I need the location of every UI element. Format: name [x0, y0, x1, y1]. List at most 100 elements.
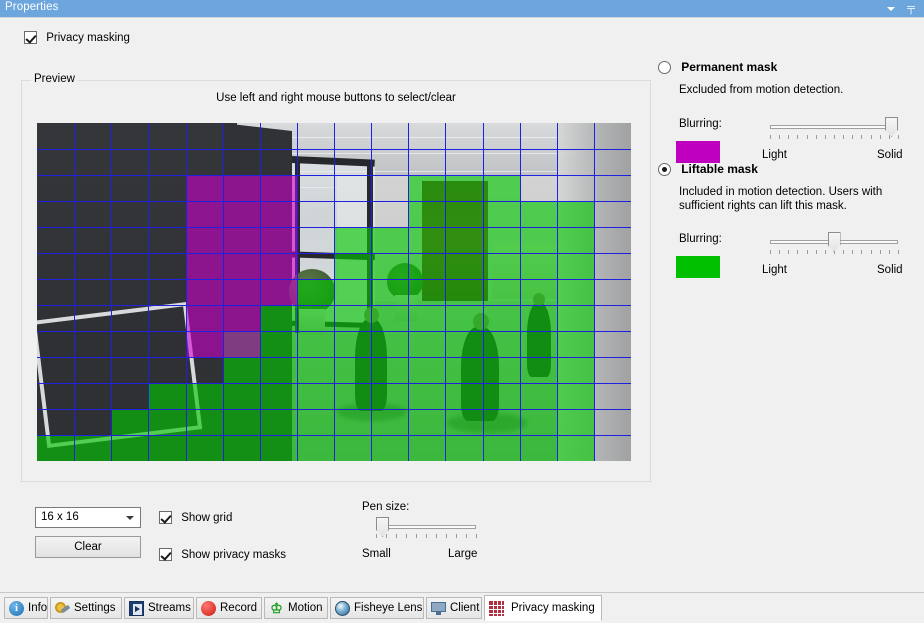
grid-line: [223, 123, 224, 461]
grid-line: [557, 123, 558, 461]
camera-preview[interactable]: [37, 123, 631, 461]
running-person-icon: ♔: [269, 601, 284, 616]
grid-line: [37, 253, 631, 254]
grid-size-value: 16 x 16: [41, 511, 79, 523]
permanent-blurring-ticks: [770, 135, 898, 139]
checkbox-box: [159, 511, 172, 524]
info-icon: i: [9, 601, 24, 616]
grid-line: [334, 123, 335, 461]
clear-button[interactable]: Clear: [35, 536, 141, 558]
pen-size-slider-group: Pen size: Small Large: [362, 501, 492, 561]
grid-overlay: [37, 123, 631, 461]
properties-window: Properties ╤ Privacy masking Preview Use…: [0, 0, 924, 622]
grid-line: [37, 279, 631, 280]
pen-size-max-label: Large: [448, 548, 477, 560]
record-dot-icon: [201, 601, 216, 616]
tab-label: Settings: [74, 598, 116, 618]
window-titlebar: Properties ╤: [0, 0, 924, 17]
grid-line: [37, 227, 631, 228]
privacy-masking-checkbox[interactable]: Privacy masking: [24, 31, 130, 44]
tab-label: Fisheye Lens: [354, 598, 422, 618]
fisheye-sphere-icon: [335, 601, 350, 616]
tab-label: Info: [28, 598, 47, 618]
pen-size-track[interactable]: [376, 525, 476, 529]
grid-line: [408, 123, 409, 461]
tab-settings[interactable]: Settings: [50, 597, 122, 619]
liftable-mask-color-swatch[interactable]: [676, 256, 720, 278]
tab-fisheye-lens[interactable]: Fisheye Lens: [330, 597, 424, 619]
tab-label: Streams: [148, 598, 191, 618]
permanent-mask-radio[interactable]: Permanent mask: [658, 60, 777, 74]
privacy-grid-icon: [489, 601, 504, 616]
liftable-blurring-max-label: Solid: [877, 264, 903, 276]
liftable-mask-description: Included in motion detection. Users with…: [679, 185, 899, 213]
liftable-blurring-min-label: Light: [762, 264, 787, 276]
grid-line: [260, 123, 261, 461]
grid-line: [111, 123, 112, 461]
grid-line: [37, 305, 631, 306]
grid-line: [594, 123, 595, 461]
pin-icon[interactable]: ╤: [902, 0, 920, 17]
settings-gear-icon: [55, 601, 70, 616]
radio-circle: [658, 163, 671, 176]
grid-line: [37, 149, 631, 150]
checkbox-box: [159, 548, 172, 561]
grid-line: [37, 201, 631, 202]
preview-groupbox: Preview Use left and right mouse buttons…: [21, 80, 651, 482]
bottom-tabbar: i Info Settings Streams Record ♔ Motion Fisheye…: [0, 592, 924, 623]
monitor-icon: [431, 601, 446, 616]
tab-privacy-masking[interactable]: Privacy masking: [484, 595, 602, 621]
permanent-mask-color-swatch[interactable]: [676, 141, 720, 163]
film-strip-icon: [129, 601, 144, 616]
permanent-blurring-track[interactable]: [770, 125, 898, 129]
show-privacy-masks-checkbox[interactable]: Show privacy masks: [159, 548, 286, 561]
grid-line: [483, 123, 484, 461]
tab-client[interactable]: Client: [426, 597, 482, 619]
grid-line: [148, 123, 149, 461]
grid-line: [37, 357, 631, 358]
grid-line: [37, 331, 631, 332]
tab-motion[interactable]: ♔ Motion: [264, 597, 328, 619]
grid-line: [37, 435, 631, 436]
tab-label: Motion: [288, 598, 323, 618]
radio-circle: [658, 61, 671, 74]
grid-line: [297, 123, 298, 461]
grid-line: [445, 123, 446, 461]
pen-size-min-label: Small: [362, 548, 391, 560]
grid-line: [74, 123, 75, 461]
tab-label: Record: [220, 598, 257, 618]
grid-line: [37, 175, 631, 176]
tab-streams[interactable]: Streams: [124, 597, 194, 619]
permanent-blurring-thumb[interactable]: [885, 117, 898, 137]
window-title: Properties: [5, 1, 58, 13]
grid-size-select[interactable]: 16 x 16: [35, 507, 141, 528]
liftable-mask-radio[interactable]: Liftable mask: [658, 162, 758, 176]
privacy-masking-label: Privacy masking: [46, 32, 130, 44]
permanent-blurring-max-label: Solid: [877, 149, 903, 161]
show-privacy-masks-label: Show privacy masks: [181, 549, 286, 561]
client-area: Privacy masking Preview Use left and rig…: [0, 17, 924, 593]
checkbox-box: [24, 31, 37, 44]
permanent-mask-title: Permanent mask: [681, 60, 777, 74]
tab-label: Privacy masking: [511, 596, 595, 620]
permanent-blurring-min-label: Light: [762, 149, 787, 161]
pen-size-ticks: [376, 534, 476, 538]
chevron-down-icon[interactable]: [882, 0, 900, 17]
tab-record[interactable]: Record: [196, 597, 262, 619]
grid-line: [37, 383, 631, 384]
liftable-mask-title: Liftable mask: [681, 162, 758, 176]
show-grid-label: Show grid: [181, 512, 232, 524]
show-grid-checkbox[interactable]: Show grid: [159, 511, 232, 524]
tab-info[interactable]: i Info: [4, 597, 48, 619]
tab-label: Client: [450, 598, 479, 618]
grid-line: [520, 123, 521, 461]
pen-size-label: Pen size:: [362, 501, 409, 513]
permanent-mask-description: Excluded from motion detection.: [679, 83, 915, 97]
preview-group-title: Preview: [31, 73, 78, 85]
chevron-down-icon: [126, 516, 134, 520]
preview-hint-text: Use left and right mouse buttons to sele…: [22, 92, 650, 104]
grid-line: [371, 123, 372, 461]
grid-line: [37, 409, 631, 410]
permanent-blurring-label: Blurring:: [679, 118, 722, 130]
liftable-blurring-thumb[interactable]: [828, 232, 841, 252]
